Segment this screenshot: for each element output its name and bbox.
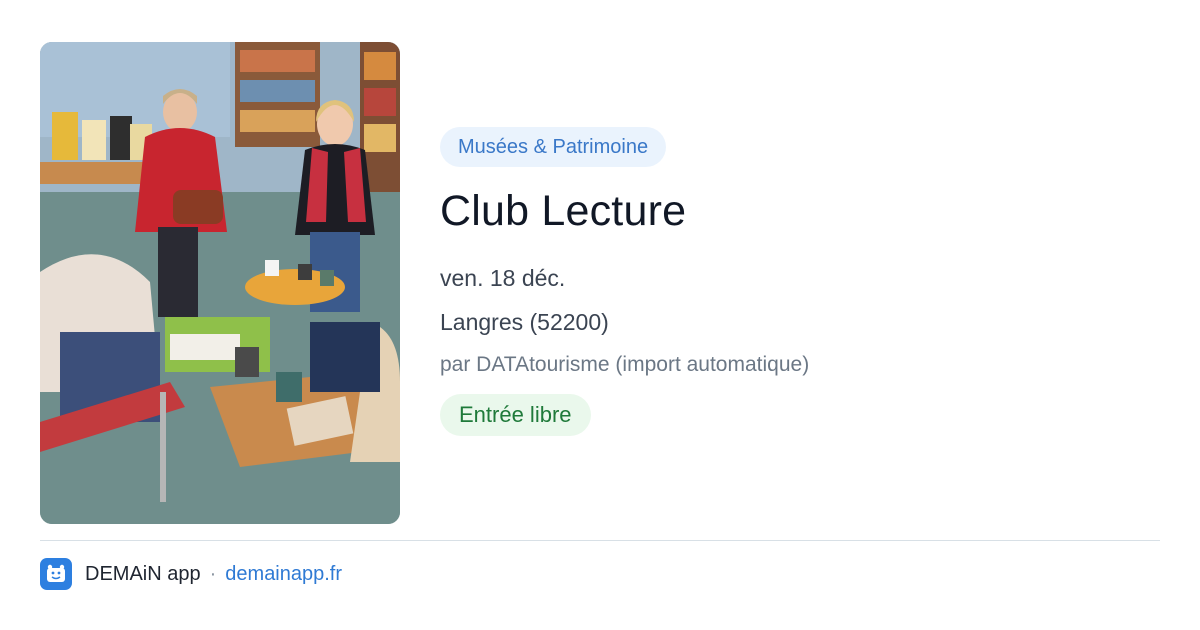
app-name: DEMAiN app (85, 562, 201, 585)
event-date: ven. 18 déc. (440, 265, 566, 291)
event-info: Musées & Patrimoine Club Lecture ven. 18… (440, 127, 809, 436)
footer-divider (40, 540, 1160, 541)
event-source: par DATAtourisme (import automatique) (440, 353, 810, 376)
price-badge: Entrée libre (440, 394, 591, 436)
demain-app-logo-icon[interactable] (40, 558, 72, 590)
demain-app-logo-glyph (47, 564, 65, 582)
event-title: Club Lecture (440, 187, 687, 235)
event-photo-illustration (40, 42, 400, 524)
footer: DEMAiN app · demainapp.fr (40, 558, 342, 590)
app-website-link[interactable]: demainapp.fr (225, 563, 342, 586)
event-location: Langres (52200) (440, 309, 609, 335)
event-photo (40, 42, 400, 524)
category-badge[interactable]: Musées & Patrimoine (440, 127, 667, 167)
footer-separator: · (209, 562, 217, 585)
